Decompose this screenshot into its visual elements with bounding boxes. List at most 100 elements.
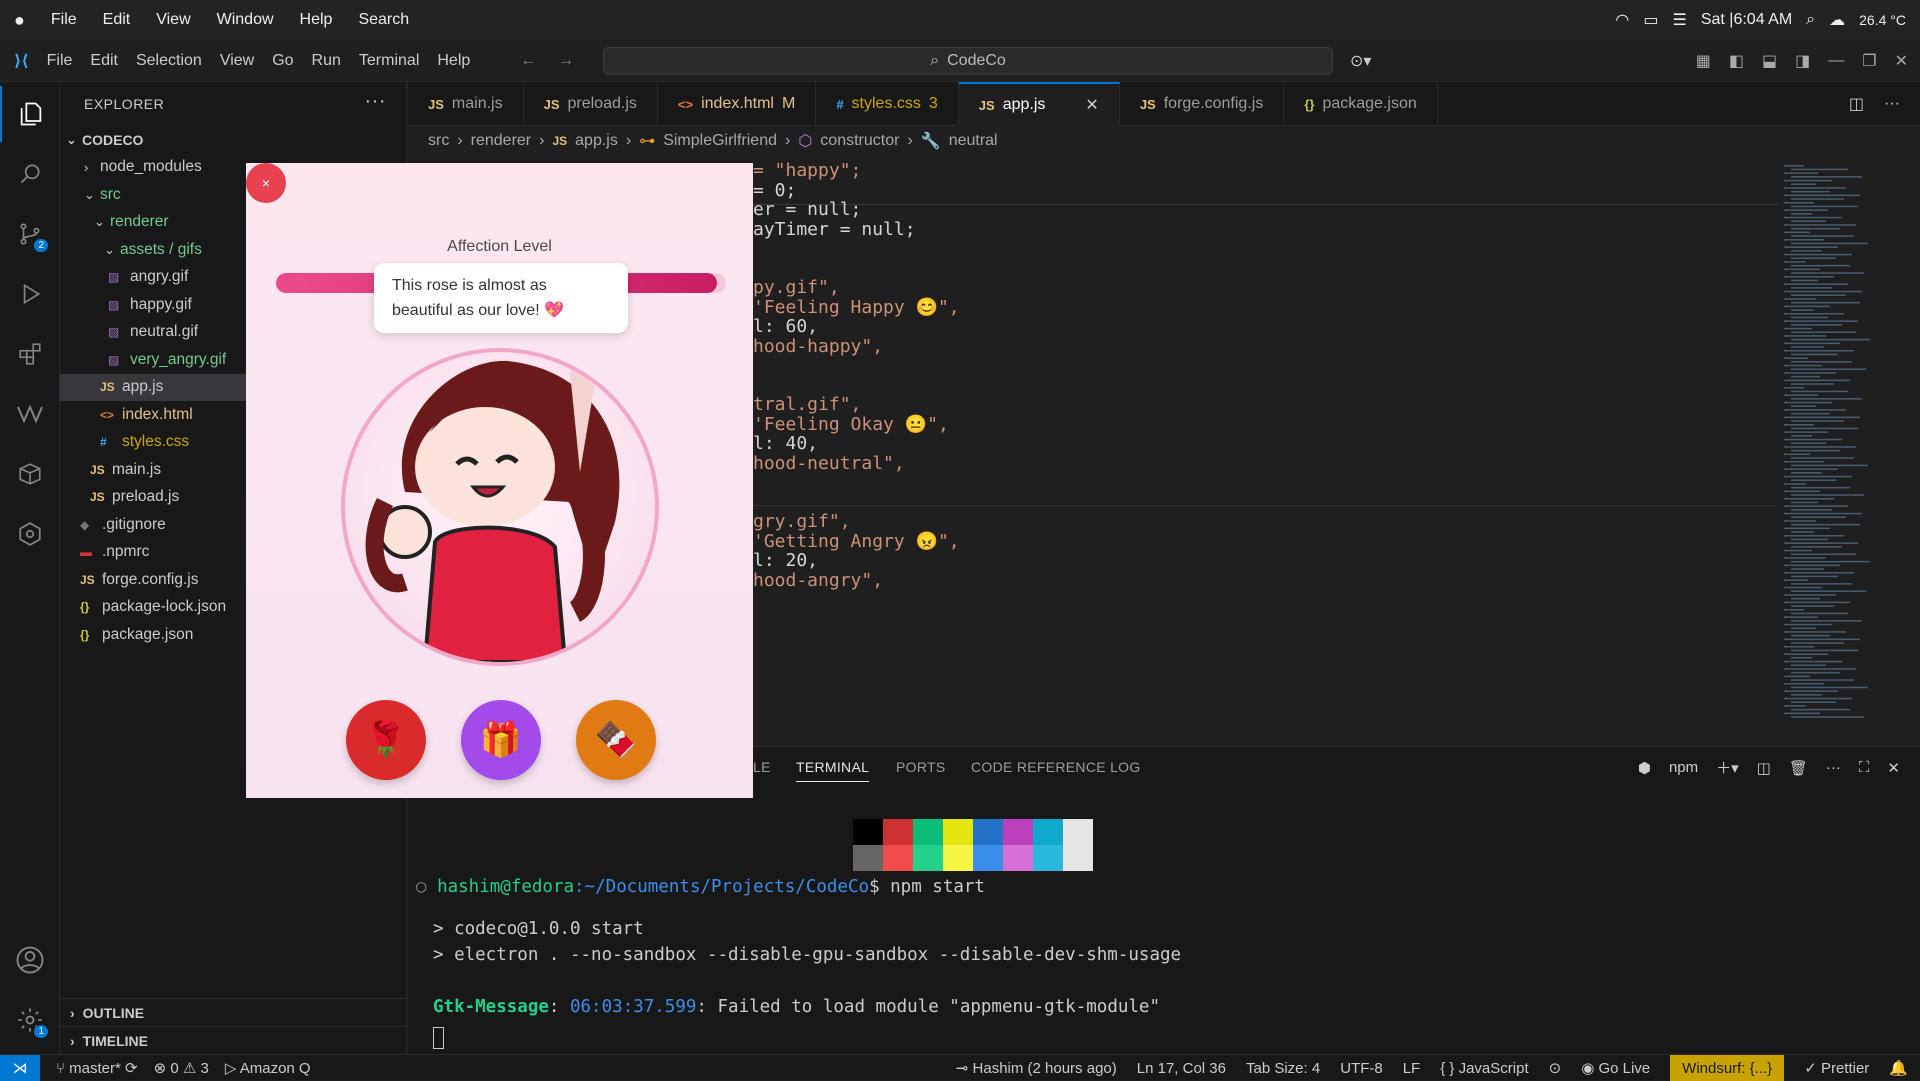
menu-terminal[interactable]: Terminal [359,52,419,70]
menu-selection[interactable]: Selection [136,52,202,70]
git-blame[interactable]: ⊸ Hashim (2 hours ago) [956,1059,1117,1077]
project-folder[interactable]: ⌄ CODECO [60,126,407,154]
bell-icon[interactable]: 🔔 [1889,1059,1908,1077]
account-icon[interactable] [0,932,60,988]
amazon-q-icon[interactable] [0,506,60,562]
remote-indicator-icon[interactable]: ⋊ [0,1054,40,1081]
apple-icon[interactable]: ● [14,10,25,31]
git-branch[interactable]: ⑂ master* ⟳ [56,1059,138,1077]
close-tab-icon[interactable]: ✕ [1085,95,1098,115]
tab-console[interactable]: LE [753,759,771,775]
extensions-icon[interactable] [0,326,60,382]
tab-index-html[interactable]: <> index.html M [658,82,817,126]
source-control-icon[interactable]: 2 [0,206,60,262]
clock[interactable]: Sat |6:04 AM [1701,11,1792,29]
copilot-status-icon[interactable]: ⊙ [1549,1059,1562,1077]
split-terminal-icon[interactable]: ◫ [1757,759,1771,777]
minimize-icon[interactable]: — [1828,52,1844,70]
outline-section[interactable]: › OUTLINE [60,998,407,1026]
explorer-icon[interactable] [0,86,60,142]
kill-terminal-icon[interactable]: 🗑 [1789,759,1808,777]
copilot-icon[interactable]: ⊙▾ [1350,51,1371,71]
json-file-icon: {} [1304,96,1315,112]
menu-view[interactable]: View [220,52,254,70]
minimap-line [1784,601,1850,604]
maximize-panel-icon[interactable]: ⛶ [1859,759,1870,776]
line-ending[interactable]: LF [1403,1060,1421,1077]
crumb-class[interactable]: SimpleGirlfriend [663,132,777,150]
toggle-sidebar-icon[interactable]: ◧ [1729,51,1744,71]
search-icon[interactable]: ⌕ [1806,11,1815,29]
encoding[interactable]: UTF-8 [1340,1060,1383,1077]
tab-package-json[interactable]: {} package.json [1284,82,1438,126]
tab-terminal[interactable]: TERMINAL [796,759,870,782]
tab-ports[interactable]: PORTS [896,759,945,775]
timeline-section[interactable]: › TIMELINE [60,1026,407,1054]
settings-gear-icon[interactable]: 1 [0,992,60,1048]
cursor-position[interactable]: Ln 17, Col 36 [1137,1060,1226,1077]
forward-arrow-icon[interactable]: → [558,52,574,70]
prettier-status[interactable]: ✓ Prettier [1804,1059,1869,1077]
sys-menu-file[interactable]: File [51,11,77,29]
new-terminal-icon[interactable]: ＋▾ [1716,757,1739,778]
more-actions-icon[interactable]: ··· [1884,95,1900,113]
sys-menu-help[interactable]: Help [300,11,333,29]
terminal-shell-name[interactable]: npm [1669,759,1698,776]
windsurf-status[interactable]: Windsurf: {...} [1670,1055,1785,1081]
menu-run[interactable]: Run [312,52,341,70]
menu-go[interactable]: Go [272,52,293,70]
tab-code-reference-log[interactable]: CODE REFERENCE LOG [971,759,1141,775]
crumb-appjs[interactable]: app.js [575,132,618,150]
give-chocolate-button[interactable]: 🍫 [576,700,656,780]
minimap-line [1791,716,1864,718]
split-editor-icon[interactable]: ◫ [1849,94,1864,114]
crumb-src[interactable]: src [428,132,449,150]
give-rose-button[interactable]: 🌹 [346,700,426,780]
wifi-icon[interactable]: ◠ [1615,10,1629,30]
search-icon[interactable] [0,146,60,202]
more-actions-icon[interactable]: ··· [1826,759,1841,776]
close-app-button[interactable]: × [246,163,286,203]
customize-layout-icon[interactable]: ▦ [1696,51,1711,71]
tab-preload-js[interactable]: JS preload.js [524,82,658,126]
file-label: angry.gif [130,268,189,286]
menu-edit[interactable]: Edit [90,52,118,70]
windsurf-icon[interactable] [0,386,60,442]
command-center[interactable]: ⌕ CodeCo [603,47,1333,75]
menu-file[interactable]: File [47,52,73,70]
go-live[interactable]: ◉ Go Live [1581,1059,1650,1077]
minimap[interactable] [1778,155,1920,745]
toggle-panel-icon[interactable]: ⬓ [1762,51,1777,71]
close-panel-icon[interactable]: ✕ [1887,759,1900,777]
battery-icon[interactable]: ▭ [1643,10,1658,30]
tab-size[interactable]: Tab Size: 4 [1246,1060,1320,1077]
control-center-icon[interactable]: ☰ [1673,10,1687,30]
maximize-icon[interactable]: ❐ [1862,51,1876,71]
give-gift-button[interactable]: 🎁 [461,700,541,780]
sys-menu-edit[interactable]: Edit [103,11,131,29]
tab-styles-css[interactable]: # styles.css 3 [816,82,959,126]
tab-app-js[interactable]: JS app.js ✕ [958,82,1120,126]
problems-indicator[interactable]: ⊗ 0 ⚠ 3 [154,1059,209,1077]
tab-forge-config-js[interactable]: JS forge.config.js [1120,82,1285,126]
weather-icon[interactable]: ☁ [1829,10,1845,30]
amazon-q-status[interactable]: ▷ Amazon Q [225,1059,311,1077]
run-debug-icon[interactable] [0,266,60,322]
remote-explorer-icon[interactable] [0,446,60,502]
more-actions-icon[interactable]: ··· [365,90,386,113]
toggle-secondary-sidebar-icon[interactable]: ◨ [1795,51,1810,71]
close-window-icon[interactable]: ✕ [1895,51,1908,71]
crumb-constructor[interactable]: constructor [820,132,899,150]
crumb-renderer[interactable]: renderer [471,132,531,150]
menu-help[interactable]: Help [437,52,470,70]
minimap-line [1784,475,1852,478]
language-mode[interactable]: { } JavaScript [1440,1060,1528,1077]
sys-menu-window[interactable]: Window [217,11,274,29]
sys-menu-view[interactable]: View [156,11,190,29]
crumb-neutral[interactable]: neutral [949,132,998,150]
chevron-right-icon: › [84,159,89,175]
tab-main-js[interactable]: JS main.js [408,82,524,126]
back-arrow-icon[interactable]: ← [520,52,536,70]
minimap-line [1784,438,1842,441]
sys-menu-search[interactable]: Search [358,11,409,29]
